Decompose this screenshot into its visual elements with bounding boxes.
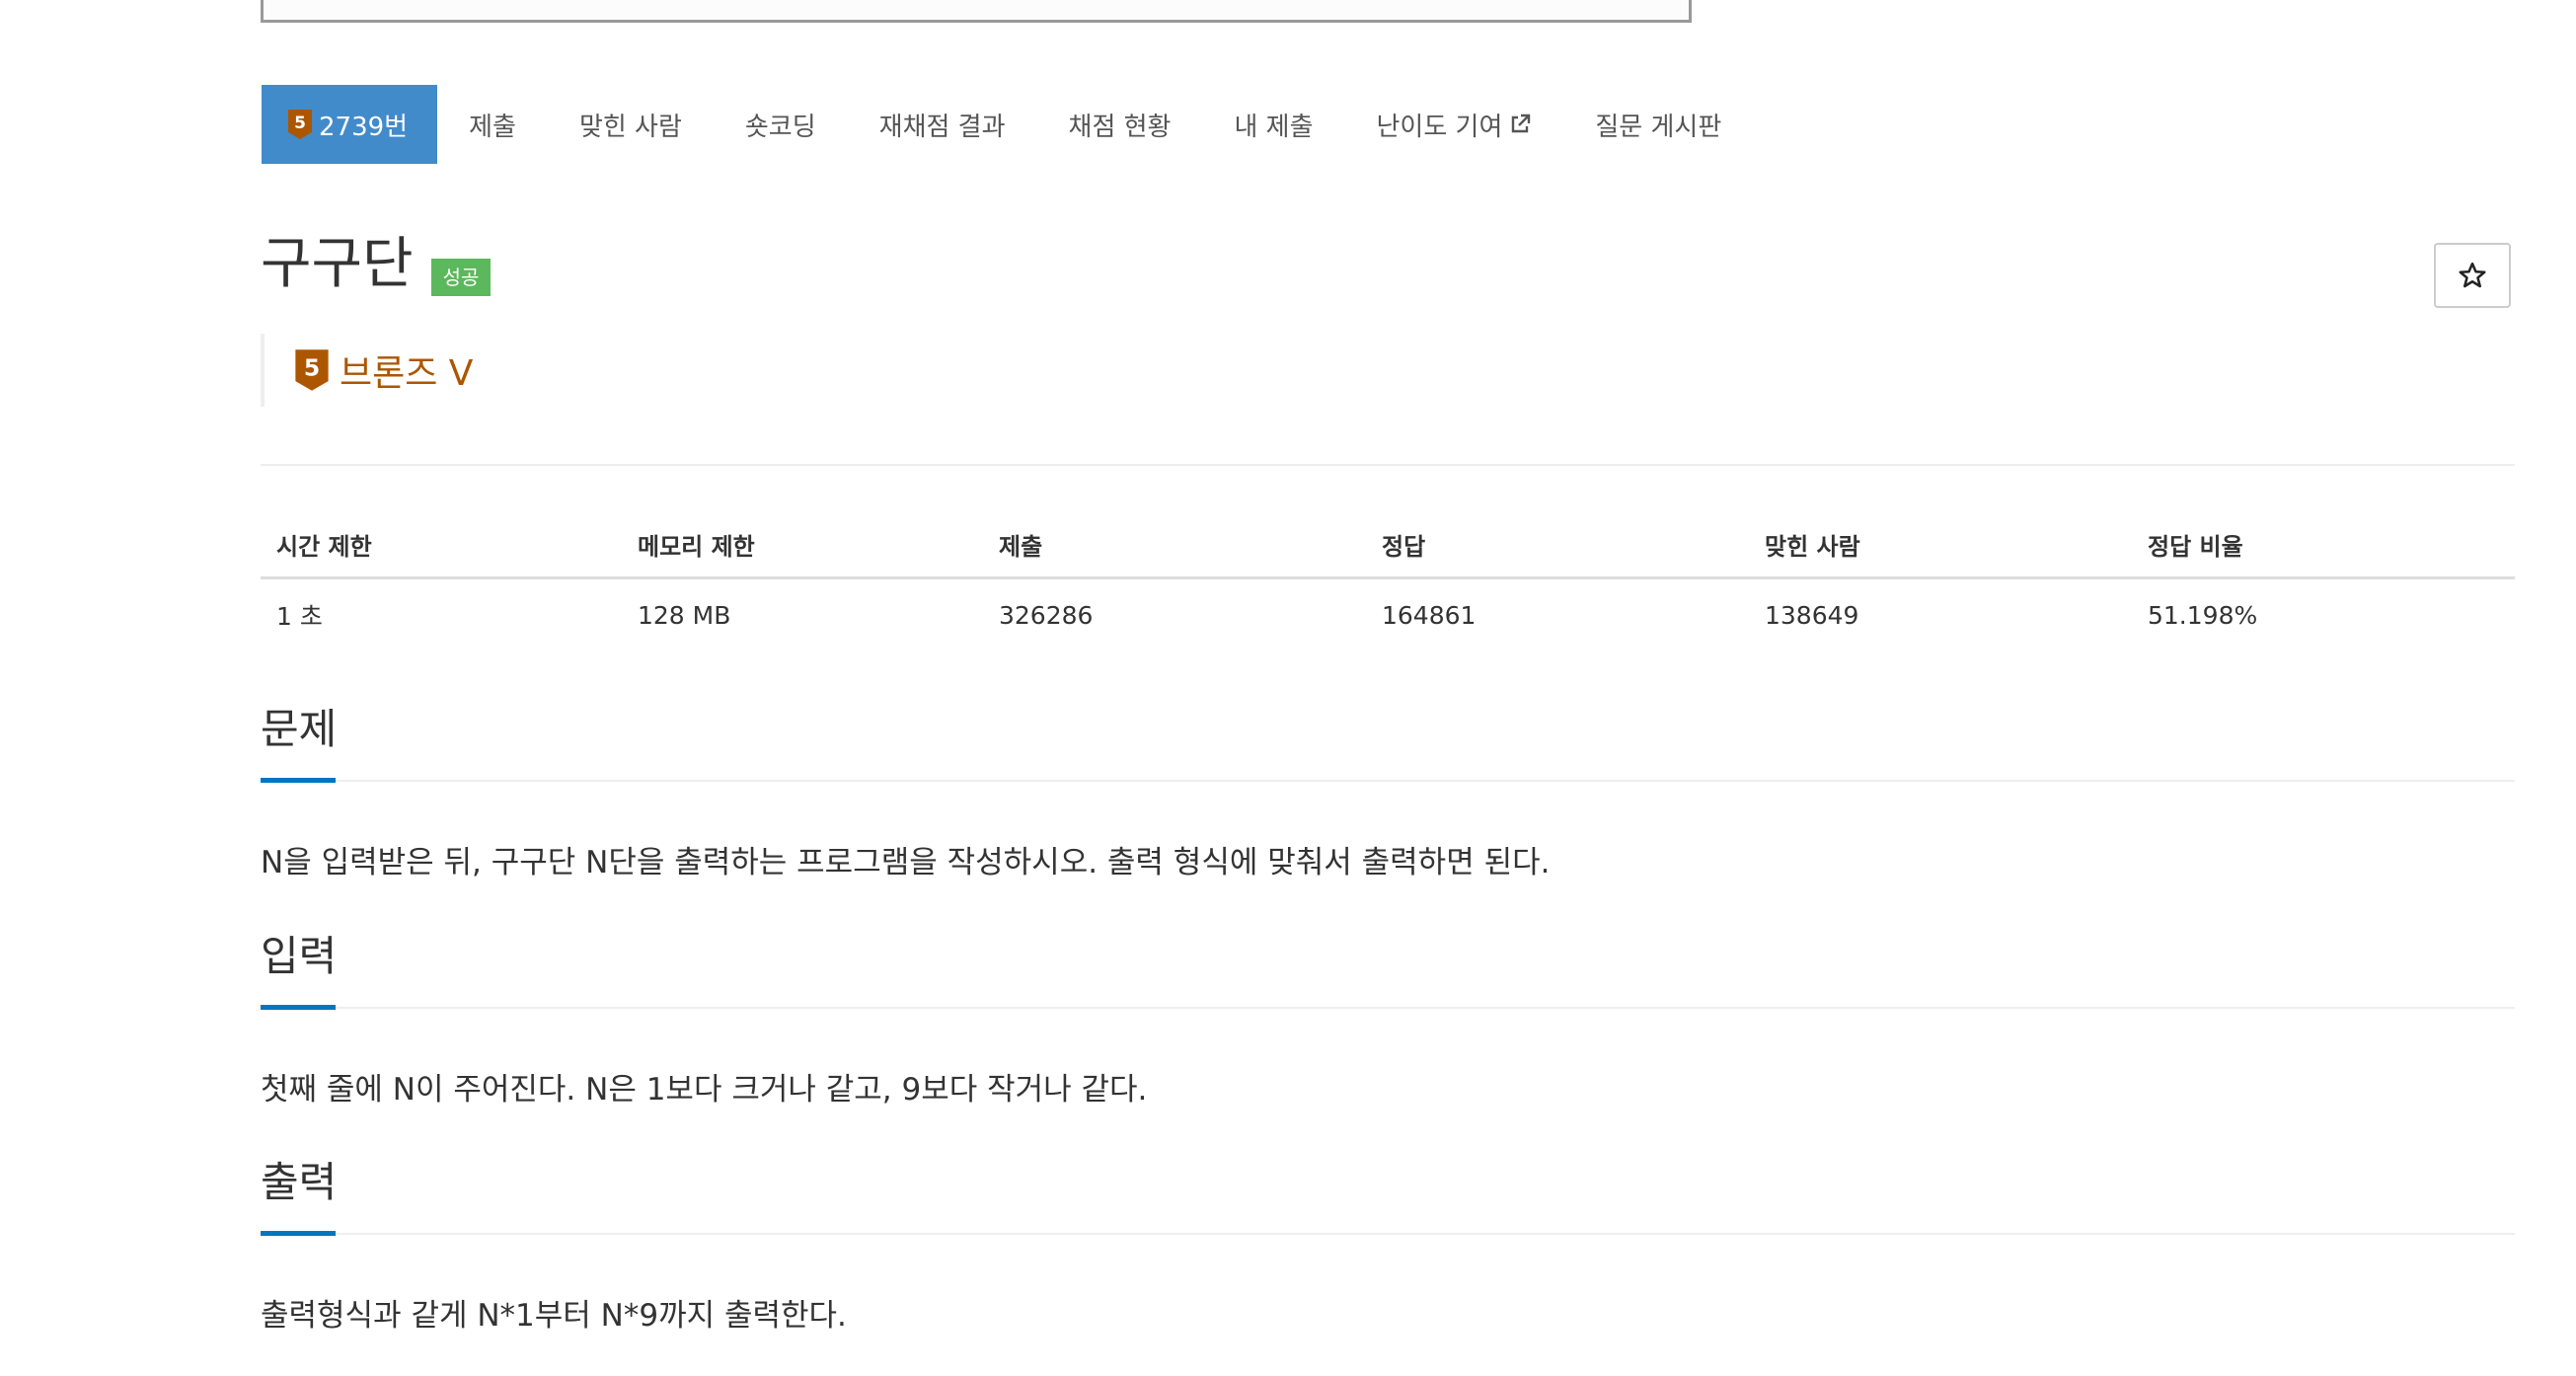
value-solved-users: 138649 — [1765, 600, 1859, 630]
value-time-limit: 1 초 — [276, 602, 323, 631]
tab-label: 제출 — [469, 112, 516, 142]
header-solved-users: 맞힌 사람 — [1765, 532, 1860, 561]
section-input: 입력 첫째 줄에 N이 주어진다. N은 1보다 크거나 같고, 9보다 작거나… — [261, 932, 2515, 1108]
tab-rejudge-results[interactable]: 재채점 결과 — [848, 85, 1037, 164]
tab-label: 내 제출 — [1234, 112, 1314, 142]
tier-label: 브론즈 V — [340, 353, 474, 394]
tab-my-submissions[interactable]: 내 제출 — [1202, 85, 1344, 164]
bronze-tier-icon: 5 — [295, 349, 329, 391]
top-container-edge — [261, 0, 1692, 23]
tab-solved-users[interactable]: 맞힌 사람 — [548, 85, 714, 164]
table-header-row: 시간 제한 메모리 제한 제출 정답 맞힌 사람 정답 비율 — [261, 511, 2515, 579]
tab-submit[interactable]: 제출 — [437, 85, 548, 164]
value-submissions: 326286 — [999, 600, 1094, 630]
section-text: N을 입력받은 뒤, 구구단 N단을 출력하는 프로그램을 작성하시오. 출력 … — [261, 845, 1551, 880]
svg-text:5: 5 — [294, 114, 306, 133]
section-text: 첫째 줄에 N이 주어진다. N은 1보다 크거나 같고, 9보다 작거나 같다… — [261, 1072, 1148, 1108]
section-accent — [261, 778, 336, 783]
tab-label: 채점 현황 — [1068, 112, 1172, 142]
value-memory-limit: 128 MB — [638, 600, 731, 630]
problem-info-table: 시간 제한 메모리 제한 제출 정답 맞힌 사람 정답 비율 1 초 128 M… — [261, 511, 2515, 650]
svg-text:5: 5 — [304, 354, 320, 382]
section-divider — [261, 1233, 2515, 1235]
problem-tier: 5 브론즈 V — [261, 334, 473, 407]
tab-short-coding[interactable]: 숏코딩 — [714, 85, 848, 164]
bronze-tier-icon: 5 — [288, 110, 312, 139]
tab-problem-number[interactable]: 5 2739번 — [262, 85, 438, 164]
header-accept-ratio: 정답 비율 — [2148, 532, 2243, 561]
tab-question-board[interactable]: 질문 게시판 — [1563, 85, 1753, 164]
tab-judge-status[interactable]: 채점 현황 — [1037, 85, 1203, 164]
tab-label: 숏코딩 — [744, 112, 816, 142]
tab-difficulty-contribution[interactable]: 난이도 기여 — [1345, 85, 1564, 164]
header-submissions: 제출 — [999, 532, 1043, 561]
value-accepted: 164861 — [1382, 600, 1477, 630]
success-badge: 성공 — [430, 259, 492, 296]
header-time-limit: 시간 제한 — [276, 532, 372, 561]
header-memory-limit: 메모리 제한 — [638, 532, 755, 561]
section-title: 문제 — [261, 705, 338, 753]
header-accepted: 정답 — [1382, 532, 1426, 561]
tab-label: 2739번 — [319, 112, 409, 142]
section-accent — [261, 1005, 336, 1010]
section-divider — [261, 1007, 2515, 1009]
value-accept-ratio: 51.198% — [2148, 600, 2258, 630]
section-output: 출력 출력형식과 같게 N*1부터 N*9까지 출력한다. — [261, 1158, 2515, 1334]
section-problem: 문제 N을 입력받은 뒤, 구구단 N단을 출력하는 프로그램을 작성하시오. … — [261, 705, 2515, 880]
section-header: 입력 — [261, 932, 2515, 1010]
external-link-icon — [1512, 114, 1531, 133]
section-header: 문제 — [261, 705, 2515, 783]
tab-label: 난이도 기여 — [1376, 112, 1503, 142]
section-header: 출력 — [261, 1158, 2515, 1236]
section-text: 출력형식과 같게 N*1부터 N*9까지 출력한다. — [261, 1298, 847, 1334]
problem-tabs: 5 2739번 제출 맞힌 사람 숏코딩 재채점 결과 채점 현황 내 제출 난… — [262, 85, 1753, 164]
divider — [261, 464, 2515, 466]
section-title: 출력 — [261, 1158, 338, 1206]
problem-title: 구구단 — [261, 232, 414, 296]
tab-label: 질문 게시판 — [1595, 112, 1722, 142]
section-accent — [261, 1231, 336, 1236]
table-row: 1 초 128 MB 326286 164861 138649 51.198% — [261, 579, 2515, 650]
star-outline-icon — [2459, 262, 2486, 288]
favorite-button[interactable] — [2434, 243, 2511, 308]
tab-label: 맞힌 사람 — [578, 112, 682, 142]
section-title: 입력 — [261, 932, 338, 980]
section-divider — [261, 780, 2515, 782]
tab-label: 재채점 결과 — [878, 112, 1006, 142]
problem-title-row: 구구단 성공 — [261, 232, 492, 296]
